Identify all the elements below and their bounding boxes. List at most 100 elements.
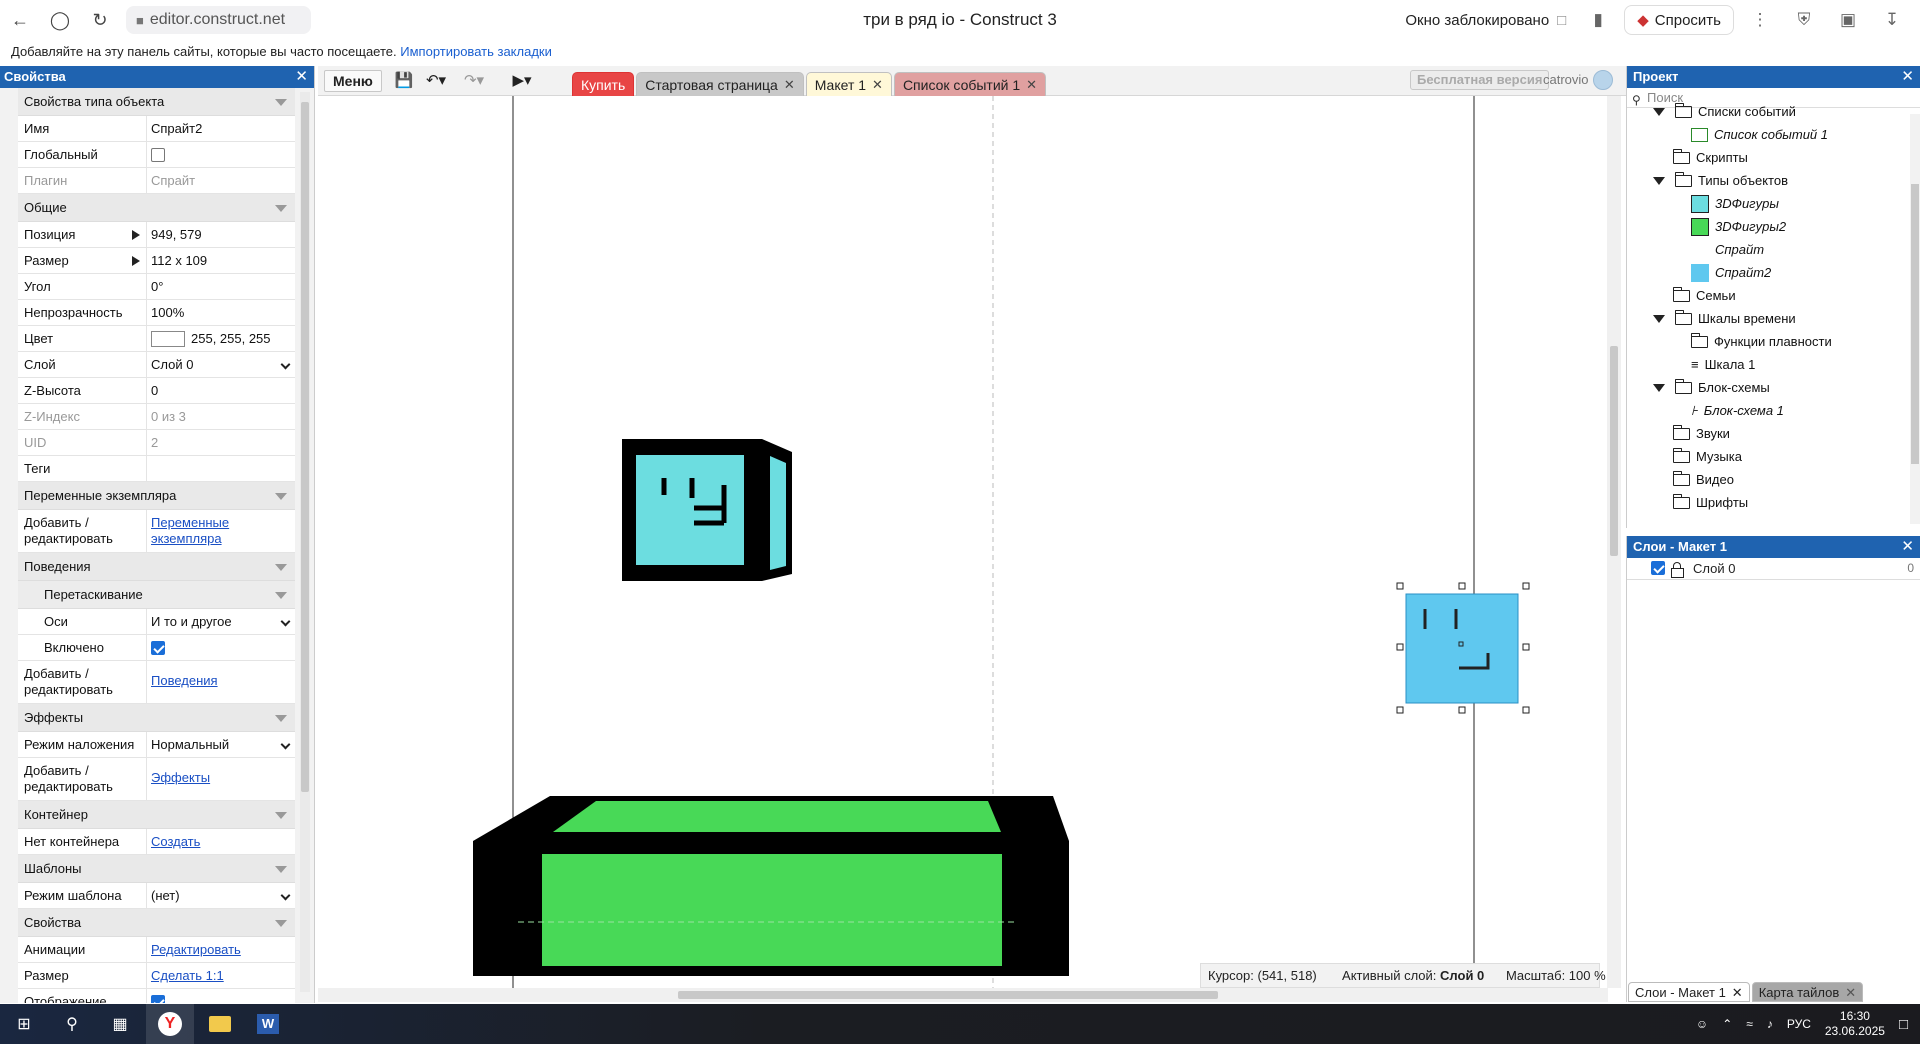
import-bookmarks-link[interactable]: Импортировать закладки: [400, 44, 552, 59]
prop-color[interactable]: Цвет 255, 255, 255: [18, 326, 295, 352]
layout-scene[interactable]: [318, 96, 1608, 988]
tree-item-event-sheets[interactable]: Списки событий: [1653, 100, 1796, 123]
prop-opacity[interactable]: Непрозрачность 100%: [18, 300, 295, 326]
scroll-thumb[interactable]: [678, 991, 1218, 999]
close-icon[interactable]: ✕: [1026, 73, 1037, 97]
back-icon[interactable]: ←: [0, 0, 40, 40]
redo-icon[interactable]: ↷▾: [460, 70, 488, 92]
tree-item-event-sheet-1[interactable]: Список событий 1: [1691, 123, 1828, 146]
tree-item-timeline-1[interactable]: ≡ Шкала 1: [1691, 353, 1755, 376]
popup-blocked-indicator[interactable]: Окно заблокировано □: [1405, 12, 1566, 29]
properties-scrollbar[interactable]: [300, 92, 310, 992]
avatar[interactable]: [1593, 70, 1613, 90]
tab-event-sheet-1[interactable]: Список событий 1 ✕: [893, 72, 1047, 97]
word-icon[interactable]: W: [244, 1004, 292, 1044]
tree-item-music[interactable]: Музыка: [1672, 445, 1742, 468]
prop-global[interactable]: Глобальный: [18, 142, 295, 168]
free-version-badge[interactable]: Бесплатная версия: [1410, 70, 1550, 90]
resize-handle[interactable]: [1458, 706, 1466, 714]
section-object-type[interactable]: Свойства типа объекта: [18, 88, 295, 116]
close-icon[interactable]: ✕: [295, 66, 308, 88]
resize-handle[interactable]: [1522, 706, 1530, 714]
tree-item-3d-shape[interactable]: 3DФигуры: [1691, 192, 1779, 215]
search-icon[interactable]: ⚲: [48, 1004, 96, 1044]
tab-layout-1[interactable]: Макет 1 ✕: [805, 72, 892, 96]
blend-select[interactable]: Нормальный: [151, 737, 229, 752]
template-mode-select[interactable]: (нет): [151, 888, 180, 903]
tree-item-flowcharts[interactable]: Блок-схемы: [1653, 376, 1770, 399]
prop-value[interactable]: Спрайт2: [147, 116, 295, 141]
global-checkbox[interactable]: [151, 147, 165, 162]
tab-layers[interactable]: Слои - Макет 1 ✕: [1628, 982, 1750, 1002]
close-icon[interactable]: ✕: [784, 73, 795, 97]
tab-tilemap[interactable]: Карта тайлов ✕: [1751, 982, 1864, 1002]
download-icon[interactable]: ↧: [1874, 2, 1910, 38]
section-properties[interactable]: Свойства: [18, 909, 295, 937]
resize-handle[interactable]: [1522, 582, 1530, 590]
collections-icon[interactable]: ▣: [1830, 2, 1866, 38]
expand-icon[interactable]: [1653, 314, 1665, 323]
undo-icon[interactable]: ↶▾: [422, 70, 450, 92]
prop-value[interactable]: 949, 579: [147, 222, 295, 247]
scroll-thumb[interactable]: [301, 102, 309, 792]
prop-value[interactable]: 0: [147, 378, 295, 403]
save-icon[interactable]: 💾: [390, 70, 418, 92]
tree-item-3d-shape-2[interactable]: 3DФигуры2: [1691, 215, 1786, 238]
reload-icon[interactable]: ↻: [80, 0, 120, 40]
prop-enabled[interactable]: Включено: [18, 635, 295, 661]
display-checkbox[interactable]: [151, 994, 165, 1003]
tree-item-timelines[interactable]: Шкалы времени: [1653, 307, 1796, 330]
close-icon[interactable]: ✕: [1845, 983, 1856, 1001]
enabled-checkbox[interactable]: [151, 640, 165, 655]
layer-visible-checkbox[interactable]: [1651, 560, 1665, 575]
resize-handle[interactable]: [1396, 643, 1404, 651]
expand-icon[interactable]: [132, 230, 140, 240]
section-drag[interactable]: Перетаскивание: [18, 581, 295, 609]
effects-link[interactable]: Эффекты: [151, 770, 210, 785]
project-scrollbar[interactable]: [1910, 114, 1920, 524]
resize-handle[interactable]: [1396, 582, 1404, 590]
yandex-icon[interactable]: ◯: [40, 0, 80, 40]
section-instance-vars[interactable]: Переменные экземпляра: [18, 482, 295, 510]
more-menu-icon[interactable]: ⋮: [1742, 2, 1778, 38]
network-icon[interactable]: ≈: [1746, 1017, 1753, 1031]
section-common[interactable]: Общие: [18, 194, 295, 222]
tab-start-page[interactable]: Стартовая страница ✕: [636, 72, 804, 97]
resize-handle[interactable]: [1522, 643, 1530, 651]
tree-item-fonts[interactable]: Шрифты: [1672, 491, 1748, 514]
section-container[interactable]: Контейнер: [18, 801, 295, 829]
close-icon[interactable]: ✕: [1732, 983, 1743, 1001]
expand-icon[interactable]: [132, 256, 140, 266]
tree-item-families[interactable]: Семьи: [1672, 284, 1736, 307]
address-bar[interactable]: ■ editor.construct.net: [126, 6, 311, 34]
layer-select[interactable]: Слой 0: [151, 357, 193, 372]
behaviors-link[interactable]: Поведения: [151, 673, 218, 688]
color-swatch[interactable]: [151, 330, 185, 347]
canvas-vertical-scrollbar[interactable]: [1607, 96, 1621, 988]
scroll-thumb[interactable]: [1610, 346, 1618, 556]
close-icon[interactable]: ✕: [1901, 536, 1914, 558]
prop-blend-mode[interactable]: Режим наложения Нормальный: [18, 732, 295, 758]
selected-sprite2[interactable]: [1396, 582, 1530, 714]
tree-item-scripts[interactable]: Скрипты: [1672, 146, 1748, 169]
play-icon[interactable]: ▶▾: [508, 70, 536, 92]
prop-size[interactable]: Размер 112 x 109: [18, 248, 295, 274]
section-behaviors[interactable]: Поведения: [18, 553, 295, 581]
prop-template-mode[interactable]: Режим шаблона (нет): [18, 883, 295, 909]
section-templates[interactable]: Шаблоны: [18, 855, 295, 883]
3d-shape-cube[interactable]: [622, 439, 792, 581]
shield-icon[interactable]: ⛨: [1786, 2, 1822, 38]
notifications-icon[interactable]: □: [1899, 1016, 1908, 1033]
axes-select[interactable]: И то и другое: [151, 614, 232, 629]
windows-start-icon[interactable]: ⊞: [0, 1004, 48, 1044]
lock-icon[interactable]: [1671, 561, 1684, 578]
clock[interactable]: 16:30 23.06.2025: [1825, 1009, 1885, 1039]
create-container-link[interactable]: Создать: [151, 834, 200, 849]
resize-handle[interactable]: [1458, 582, 1466, 590]
scroll-thumb[interactable]: [1911, 184, 1919, 464]
tags-input[interactable]: [147, 456, 295, 481]
tree-item-sprite[interactable]: Спрайт: [1715, 238, 1764, 261]
prop-display[interactable]: Отображение: [18, 989, 295, 1003]
expand-icon[interactable]: [1653, 107, 1665, 116]
canvas-horizontal-scrollbar[interactable]: [318, 988, 1608, 1002]
